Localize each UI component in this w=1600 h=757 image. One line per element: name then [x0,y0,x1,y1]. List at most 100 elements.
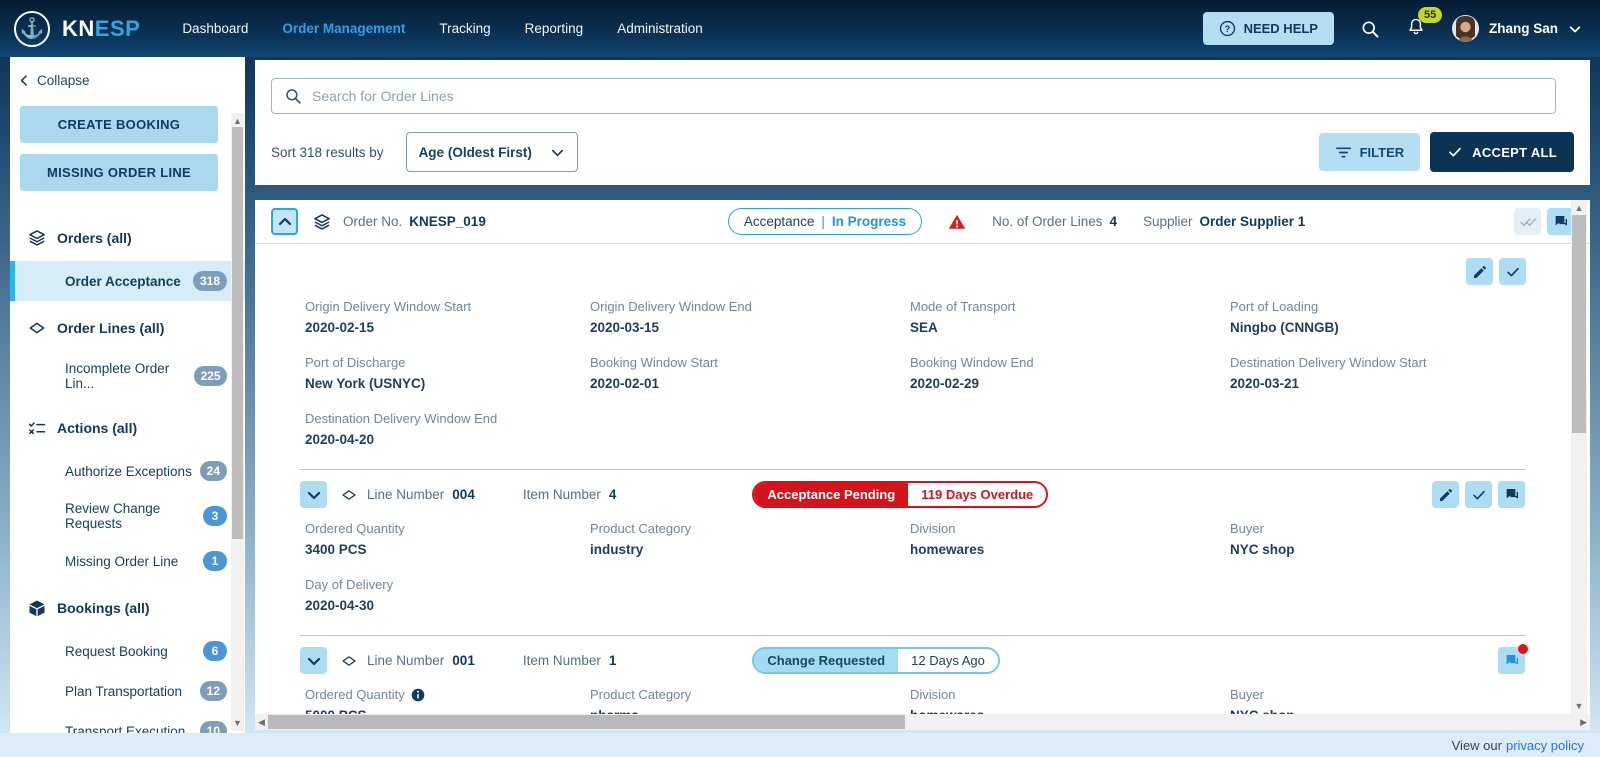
item-number-label: Item Number [523,653,601,668]
order-header: Order No. KNESP_019 Acceptance | In Prog… [255,200,1590,244]
nav-order-management[interactable]: Order Management [282,21,405,36]
collapse-label: Collapse [37,73,90,88]
sidebar-section-bookings[interactable]: Bookings (all) [10,585,245,631]
field-division: Division homewares [910,521,1230,557]
diamond-icon [27,318,47,338]
main-horizontal-scrollbar[interactable]: ◀ ▶ [255,714,1590,730]
line-number-label: Line Number [367,653,444,668]
line-fields: Ordered Quantity 3400 PCS Product Catego… [300,508,1525,613]
brand-kn: KN [62,16,95,41]
collapse-order-button[interactable] [271,208,298,235]
order-comments-button[interactable] [1547,208,1574,235]
horizontal-scrollbar-thumb[interactable] [268,715,905,729]
sidebar-item-request-booking[interactable]: Request Booking 6 [10,631,245,671]
sidebar-section-order-lines[interactable]: Order Lines (all) [10,305,245,351]
info-icon[interactable] [411,688,425,702]
sidebar-section-actions[interactable]: Actions (all) [10,405,245,451]
chevron-down-icon [1568,22,1582,36]
privacy-policy-link[interactable]: privacy policy [1506,738,1584,753]
sort-value: Age (Oldest First) [419,145,532,160]
scroll-up-arrow[interactable]: ▲ [1571,202,1587,214]
create-booking-button[interactable]: CREATE BOOKING [20,106,218,143]
status-divider: | [821,214,825,229]
chevron-down-icon [306,653,322,669]
checklist-icon [27,418,47,438]
order-lines-count: No. of Order Lines 4 [992,214,1117,229]
field-ordered-quantity: Ordered Quantity 3400 PCS [305,521,590,557]
expand-line-button[interactable] [300,647,327,674]
field-port-of-discharge: Port of Discharge New York (USNYC) [305,355,590,391]
line-number-value: 001 [452,653,475,668]
expand-line-button[interactable] [300,481,327,508]
diamond-icon [340,652,358,670]
missing-order-line-button[interactable]: MISSING ORDER LINE [20,154,218,191]
svg-text:?: ? [1224,24,1230,34]
scroll-right-arrow[interactable]: ▶ [1580,714,1587,730]
global-search-button[interactable] [1360,19,1380,39]
user-menu[interactable]: Zhang San [1452,15,1582,42]
scroll-down-arrow[interactable]: ▼ [231,717,244,729]
brand-logo[interactable]: ⚓ KNESP [14,11,140,47]
scroll-left-arrow[interactable]: ◀ [258,714,265,730]
navbar-right: ? NEED HELP 55 Zhang San [1203,12,1582,45]
nav-reporting[interactable]: Reporting [525,21,584,36]
filter-button[interactable]: FILTER [1319,133,1421,171]
chevron-left-icon [18,74,31,87]
nav-tracking[interactable]: Tracking [439,21,490,36]
notifications-button[interactable]: 55 [1406,16,1426,42]
sort-dropdown[interactable]: Age (Oldest First) [406,132,578,172]
field-destination-delivery-window-end: Destination Delivery Window End 2020-04-… [305,411,590,447]
item-label: Review Change Requests [65,501,203,531]
nav-administration[interactable]: Administration [617,21,703,36]
chevron-down-icon [550,145,565,160]
app-canvas: ⚓ KNESP Dashboard Order Management Track… [0,0,1600,757]
order-supplier: Supplier Order Supplier 1 [1143,214,1305,229]
check-icon [1447,144,1463,160]
line-comments-unread-button[interactable] [1498,647,1525,674]
footer: View our privacy policy [0,733,1600,757]
edit-line-button[interactable] [1432,481,1459,508]
privacy-prefix: View our [1452,738,1502,753]
status-phase: Acceptance [744,214,815,229]
brand-text: KNESP [62,16,140,42]
accept-all-label: ACCEPT ALL [1472,145,1557,160]
layers-icon [27,228,47,248]
line-actions [1432,481,1525,508]
sidebar-item-order-acceptance[interactable]: Order Acceptance 318 [10,261,245,301]
edit-order-button[interactable] [1466,258,1493,285]
sidebar-item-plan-transportation[interactable]: Plan Transportation 12 [10,671,245,711]
need-help-button[interactable]: ? NEED HELP [1203,12,1334,45]
main-vertical-scrollbar[interactable]: ▲ ▼ [1571,200,1587,714]
nav-dashboard[interactable]: Dashboard [182,21,248,36]
line-header: Line Number 001 Item Number 1 Change Req… [300,647,1525,674]
field-day-of-delivery: Day of Delivery 2020-04-30 [305,577,590,613]
line-comments-button[interactable] [1498,481,1525,508]
order-line-004: Line Number 004 Item Number 4 Acceptance… [300,469,1525,613]
sidebar-item-authorize-exceptions[interactable]: Authorize Exceptions 24 [10,451,245,491]
sidebar-item-review-change-requests[interactable]: Review Change Requests 3 [10,491,245,541]
line-status-label: Change Requested [754,649,898,672]
field-ordered-quantity: Ordered Quantity 5000 PCS [305,687,590,714]
lines-count-value: 4 [1109,214,1117,229]
scroll-down-arrow[interactable]: ▼ [1571,700,1587,712]
sidebar-item-missing-order-line[interactable]: Missing Order Line 1 [10,541,245,581]
scroll-up-arrow[interactable]: ▲ [231,115,244,127]
filter-icon [1335,145,1352,160]
sidebar-section-orders[interactable]: Orders (all) [10,215,245,261]
sidebar-item-incomplete-order-lines[interactable]: Incomplete Order Lin... 225 [10,351,245,401]
order-lines-search[interactable] [271,78,1556,114]
order-no-value[interactable]: KNESP_019 [409,214,486,229]
count-badge: 12 [200,681,227,701]
sidebar-scrollbar-thumb[interactable] [232,127,243,539]
sidebar-scrollbar[interactable]: ▲ ▼ [231,113,244,731]
main-scrollbar-thumb[interactable] [1572,215,1586,433]
sidebar-collapse-button[interactable]: Collapse [10,57,245,98]
accept-all-button[interactable]: ACCEPT ALL [1430,132,1574,172]
accept-all-lines-button[interactable] [1514,208,1541,235]
line-header: Line Number 004 Item Number 4 Acceptance… [300,481,1525,508]
accept-line-button[interactable] [1465,481,1492,508]
line-number-value: 004 [452,487,475,502]
help-icon: ? [1219,20,1236,37]
search-input[interactable] [312,88,1543,104]
accept-order-button[interactable] [1499,258,1526,285]
